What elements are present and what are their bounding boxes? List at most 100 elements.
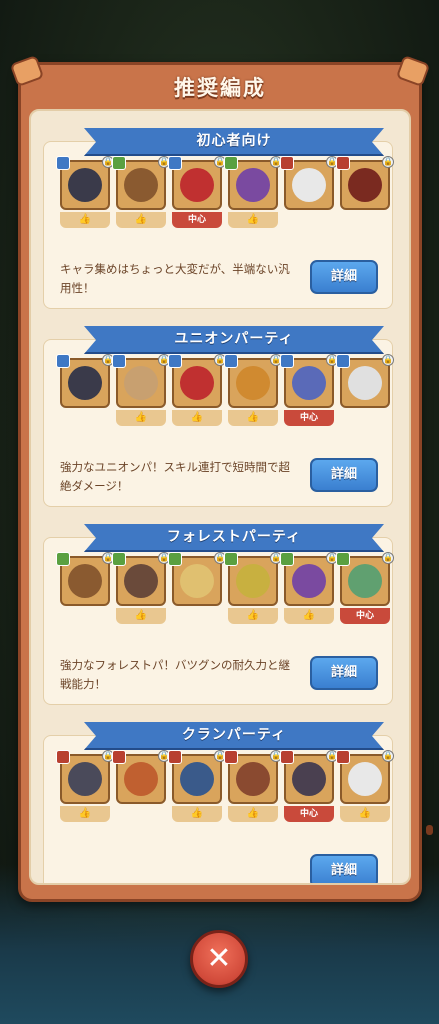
section-description: 強力なフォレストパ！バツグンの耐久力と継戦能力！ [60, 658, 290, 691]
character-face [292, 564, 326, 598]
clan-badge-icon [280, 156, 294, 170]
character-face [348, 564, 382, 598]
character-row: 🔒 🔒 👍 🔒 👍 🔒 👍 🔒 中心 🔒 [56, 354, 394, 428]
thumbs-up-icon: 👍 [228, 806, 278, 822]
thumbs-up-icon: 👍 [284, 608, 334, 624]
character-slot[interactable]: 🔒 👍 [112, 354, 170, 426]
character-slot[interactable]: 🔒 👍 [56, 156, 114, 228]
character-face [124, 168, 158, 202]
union-badge-icon [112, 354, 126, 368]
character-slot[interactable]: 🔒 [168, 552, 226, 606]
union-badge-icon [56, 354, 70, 368]
thumbs-up-icon: 👍 [228, 410, 278, 426]
character-face [180, 366, 214, 400]
character-slot[interactable]: 🔒 👍 [168, 750, 226, 822]
character-face [124, 366, 158, 400]
union-badge-icon [336, 354, 350, 368]
character-slot[interactable]: 🔒 👍 [168, 354, 226, 426]
character-slot[interactable]: 🔒 中心 [336, 552, 394, 624]
character-slot[interactable]: 🔒 中心 [168, 156, 226, 228]
clan-badge-icon [336, 750, 350, 764]
section-title: ユニオンパーティ [174, 331, 294, 347]
detail-button[interactable]: 詳細 [310, 656, 378, 690]
center-tag: 中心 [284, 806, 334, 822]
clan-badge-icon [168, 750, 182, 764]
character-face [68, 366, 102, 400]
character-slot[interactable]: 🔒 [336, 156, 394, 210]
character-face [236, 168, 270, 202]
forest-badge-icon [56, 552, 70, 566]
section-title: 初心者向け [196, 133, 272, 149]
thumbs-up-icon: 👍 [172, 806, 222, 822]
close-button[interactable]: ✕ [190, 930, 248, 988]
forest-badge-icon [280, 552, 294, 566]
close-button-wrap: ✕ [190, 930, 248, 988]
character-row: 🔒 👍 🔒 🔒 👍 🔒 👍 🔒 中心 🔒 👍 [56, 750, 394, 824]
union-badge-icon [168, 156, 182, 170]
forest-badge-icon [336, 552, 350, 566]
character-face [180, 564, 214, 598]
scrollbar[interactable] [426, 825, 433, 835]
character-face [348, 168, 382, 202]
character-slot[interactable]: 🔒 中心 [280, 354, 338, 426]
detail-button[interactable]: 詳細 [310, 260, 378, 294]
close-icon: ✕ [206, 941, 232, 976]
character-slot[interactable]: 🔒 [280, 156, 338, 210]
modal-title: 推奨編成 [174, 76, 266, 100]
character-slot[interactable]: 🔒 👍 [336, 750, 394, 822]
forest-badge-icon [112, 552, 126, 566]
center-tag: 中心 [172, 212, 222, 228]
clan-badge-icon [336, 156, 350, 170]
character-slot[interactable]: 🔒 👍 [56, 750, 114, 822]
character-face [292, 168, 326, 202]
character-slot[interactable]: 🔒 👍 [224, 552, 282, 624]
character-face [180, 168, 214, 202]
character-slot[interactable]: 🔒 👍 [224, 156, 282, 228]
section-ribbon: ユニオンパーティ [84, 326, 384, 354]
union-badge-icon [280, 354, 294, 368]
lock-icon: 🔒 [382, 156, 394, 168]
character-face [348, 366, 382, 400]
character-row: 🔒 🔒 👍 🔒 🔒 👍 🔒 👍 🔒 中心 [56, 552, 394, 626]
character-slot[interactable]: 🔒 👍 [224, 750, 282, 822]
party-section: フォレストパーティ 🔒 🔒 👍 🔒 🔒 👍 🔒 👍 🔒 中心 強力なフォレストパ！バツグンの耐久力と継… [43, 524, 394, 705]
character-face [348, 762, 382, 796]
thumbs-up-icon: 👍 [228, 212, 278, 228]
character-slot[interactable]: 🔒 👍 [112, 552, 170, 624]
clan-badge-icon [112, 750, 126, 764]
center-tag: 中心 [284, 410, 334, 426]
character-face [68, 762, 102, 796]
character-face [236, 366, 270, 400]
detail-button[interactable]: 詳細 [310, 458, 378, 492]
character-slot[interactable]: 🔒 👍 [112, 156, 170, 228]
forest-badge-icon [168, 552, 182, 566]
thumbs-up-icon: 👍 [172, 410, 222, 426]
section-ribbon: フォレストパーティ [84, 524, 384, 552]
detail-button[interactable]: 詳細 [310, 854, 378, 883]
section-description: キャラ集めはちょっと大変だが、半端ない汎用性！ [60, 262, 290, 295]
character-slot[interactable]: 🔒 [56, 552, 114, 606]
character-face [236, 564, 270, 598]
party-list[interactable]: 初心者向け 🔒 👍 🔒 👍 🔒 中心 🔒 👍 🔒 🔒 キャラ集めはちょっと大変だが、半端ない汎用性！詳… [29, 109, 411, 885]
thumbs-up-icon: 👍 [340, 806, 390, 822]
section-title: フォレストパーティ [166, 529, 302, 545]
section-ribbon: 初心者向け [84, 128, 384, 156]
character-slot[interactable]: 🔒 👍 [280, 552, 338, 624]
character-slot[interactable]: 🔒 [56, 354, 114, 408]
recommended-party-modal: 推奨編成 初心者向け 🔒 👍 🔒 👍 🔒 中心 🔒 👍 🔒 🔒 キャラ集めはちょっと大変だが、半端ない… [9, 54, 433, 902]
character-face [124, 762, 158, 796]
character-slot[interactable]: 🔒 [112, 750, 170, 804]
center-tag: 中心 [340, 608, 390, 624]
union-badge-icon [224, 354, 238, 368]
character-slot[interactable]: 🔒 👍 [224, 354, 282, 426]
lock-icon: 🔒 [382, 750, 394, 762]
forest-badge-icon [224, 552, 238, 566]
character-slot[interactable]: 🔒 [336, 354, 394, 408]
lock-icon: 🔒 [382, 354, 394, 366]
character-slot[interactable]: 🔒 中心 [280, 750, 338, 822]
party-section: 初心者向け 🔒 👍 🔒 👍 🔒 中心 🔒 👍 🔒 🔒 キャラ集めはちょっと大変だが、半端ない汎用性！詳… [43, 128, 394, 309]
section-ribbon: クランパーティ [84, 722, 384, 750]
character-face [124, 564, 158, 598]
section-title: クランパーティ [181, 727, 287, 743]
character-face [236, 762, 270, 796]
